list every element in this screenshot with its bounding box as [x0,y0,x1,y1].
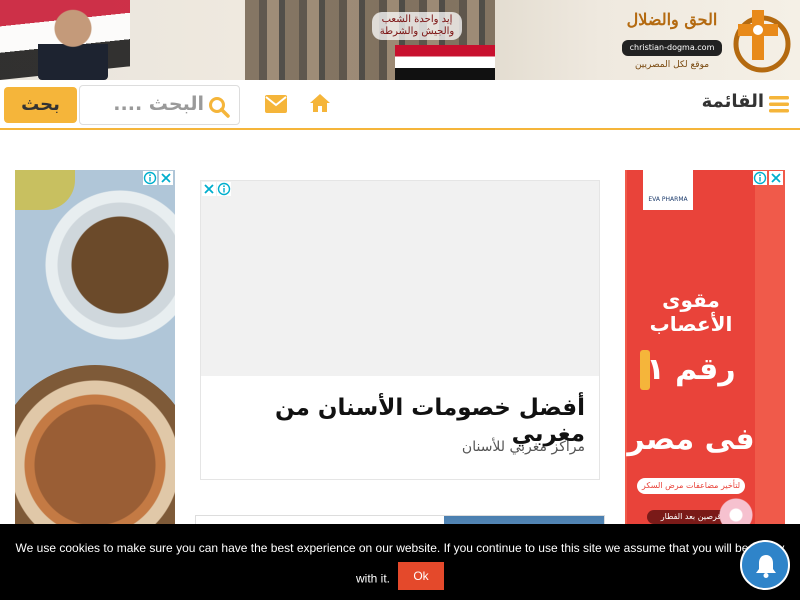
ad-image-placeholder [201,181,599,376]
bell-icon [756,555,776,578]
ad-close-icon[interactable] [769,171,783,185]
search-icon[interactable] [208,96,230,118]
home-icon[interactable] [309,93,331,113]
portrait-image [38,4,108,80]
logo-tagline: موقع لكل المصريين [634,60,710,70]
adchoices-icon[interactable] [217,182,231,196]
ad-line-3: فى مصر [627,422,755,457]
ad-sponsor[interactable]: مراكز مغربي للأسنان [209,439,585,455]
ad-line-2: رقم ١ [646,352,736,387]
cookie-message-line2-wrap: with it. Ok [14,562,786,590]
ad-line-1: مقوى الأعصاب [649,288,733,336]
ad-line-4: لتأخير مضاعفات مرض السكر [637,478,745,494]
cookie-ok-button[interactable]: Ok [398,562,444,590]
search-placeholder: البحث .... [113,93,204,115]
food-image [15,170,75,210]
cookie-message-line1: We use cookies to make sure you can have… [15,541,785,555]
page: إيد واحدة الشعب والجيش والشرطة الحق والض… [0,0,800,600]
ad-close-icon[interactable] [159,171,173,185]
food-image [45,190,175,340]
adchoices-icon[interactable] [143,171,157,185]
mail-icon[interactable] [265,95,287,113]
banner-slogan: إيد واحدة الشعب والجيش والشرطة [372,12,462,40]
cookie-message: We use cookies to make sure you can have… [0,541,800,590]
brand-logo [643,170,693,210]
ad-card: EVA PHARMA مقوى الأعصاب رقم ١ فى مصر لتأ… [627,170,755,532]
search-input[interactable]: البحث .... [79,85,240,125]
flag-image [395,45,495,80]
brand-name: EVA PHARMA [648,196,688,203]
adchoices-icon[interactable] [753,171,767,185]
site-banner[interactable]: إيد واحدة الشعب والجيش والشرطة الحق والض… [0,0,800,80]
cookie-message-line2: with it. [355,571,390,586]
ad-center[interactable]: أفضل خصومات الأسنان من مغربي مراكز مغربي… [200,180,600,480]
menu-label[interactable]: القائمة [700,91,764,112]
logo-url: christian-dogma.com [622,40,722,56]
navbar: بحث البحث .... القائمة [0,80,800,130]
notification-bell-button[interactable] [740,540,790,590]
search-button[interactable]: بحث [4,87,77,123]
logo-title: الحق والضلال [626,10,718,29]
ad-close-icon[interactable] [202,182,216,196]
cookie-bar: We use cookies to make sure you can have… [0,524,800,600]
menu-icon[interactable] [769,95,789,113]
logo-cross-icon[interactable] [726,6,792,74]
